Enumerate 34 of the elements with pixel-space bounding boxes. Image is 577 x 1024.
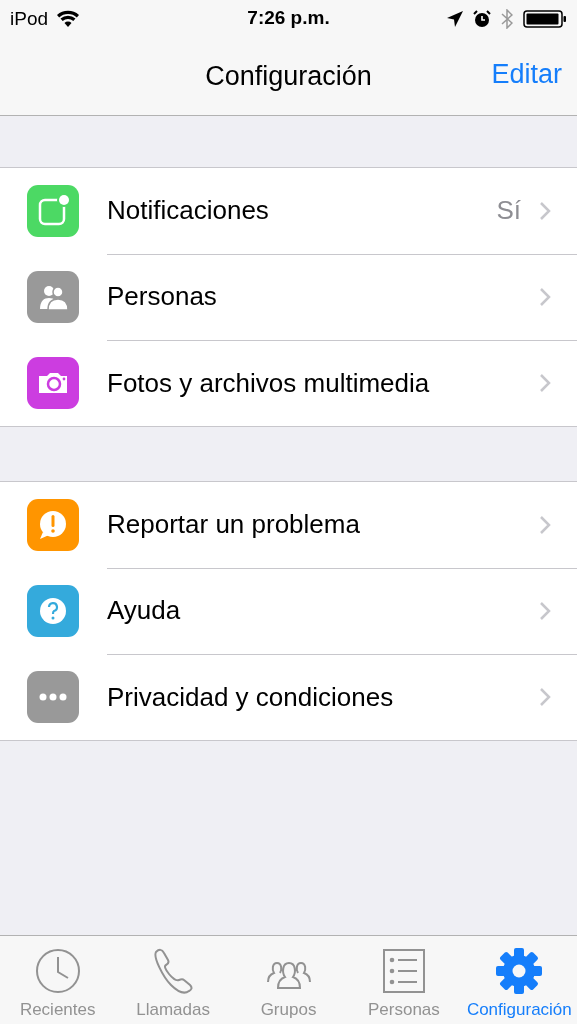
help-icon: [27, 585, 79, 637]
location-arrow-icon: [447, 11, 463, 27]
bluetooth-icon: [501, 9, 513, 29]
people-icon: [27, 271, 79, 323]
more-icon: [27, 671, 79, 723]
tab-item[interactable]: Configuración: [461, 936, 577, 1024]
chevron-icon: [539, 514, 551, 535]
row-value: Sí: [496, 195, 521, 226]
battery-icon: [523, 10, 567, 28]
chevron-icon: [539, 600, 551, 621]
row-label: Reportar un problema: [107, 509, 361, 540]
chevron-icon: [539, 687, 551, 707]
alert-speech-icon: [27, 499, 79, 551]
notification-icon: [27, 185, 79, 237]
row-label: Fotos y archivos multimedia: [107, 367, 431, 399]
settings-icon: [494, 946, 545, 996]
row-label: Personas: [107, 281, 218, 312]
row-label: Notificaciones: [107, 195, 270, 226]
tab-item[interactable]: Recientes: [0, 936, 116, 1024]
tab-item[interactable]: Grupos: [230, 936, 347, 1024]
tab-item[interactable]: Personas: [346, 936, 462, 1024]
row-label: Privacidad y condiciones: [107, 681, 395, 713]
edit-button[interactable]: Editar: [491, 59, 562, 90]
chevron-icon: [539, 286, 551, 307]
screen-title: Configuración: [205, 61, 372, 92]
alarm-icon: [473, 10, 491, 28]
tab-item[interactable]: Llamadas: [115, 936, 231, 1024]
clock-time: 7:26 p.m.: [247, 7, 330, 28]
chevron-icon: [539, 200, 551, 221]
wifi-icon: [56, 10, 81, 28]
camera-icon: [27, 357, 79, 409]
chevron-icon: [539, 373, 551, 393]
row-label: Ayuda: [107, 595, 182, 626]
carrier-name: iPod: [10, 8, 49, 30]
